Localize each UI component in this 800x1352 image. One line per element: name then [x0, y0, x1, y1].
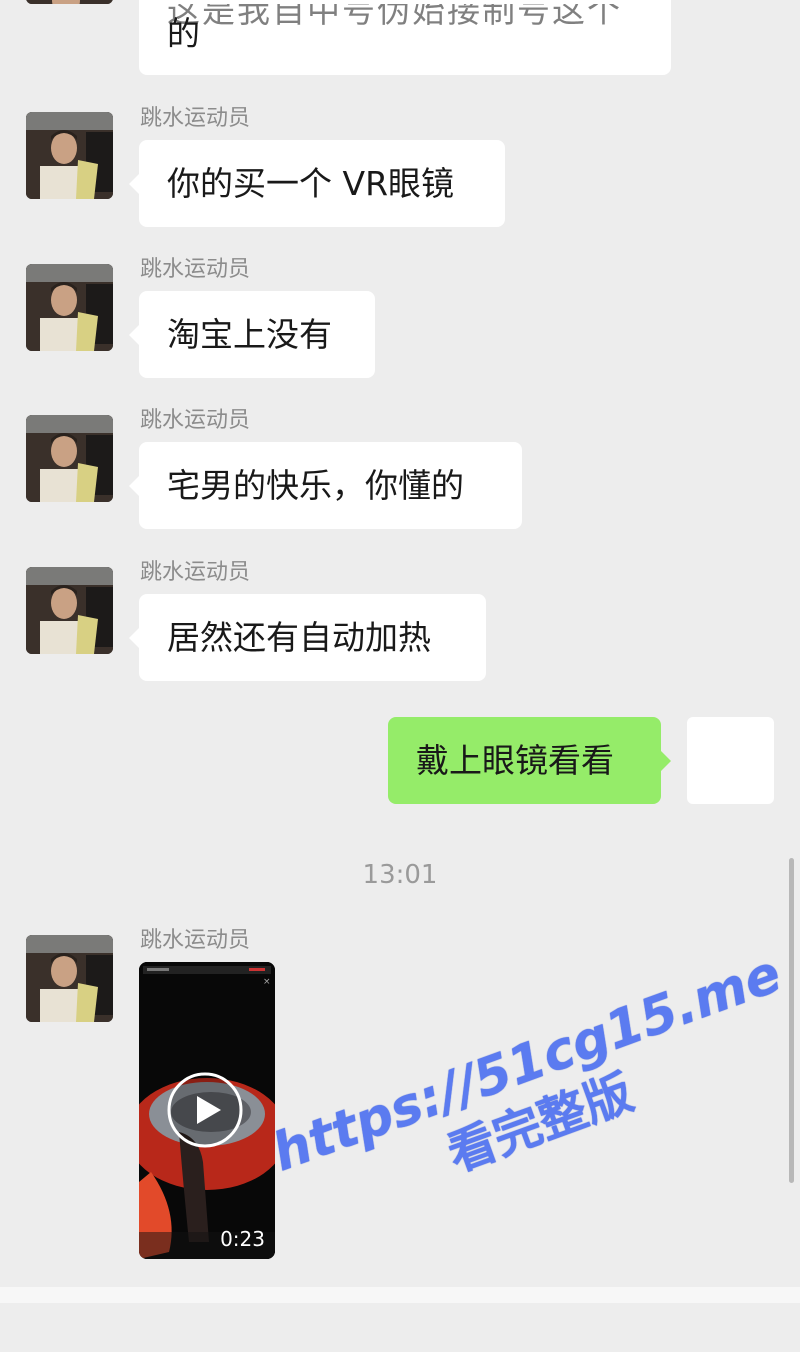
sender-name: 跳水运动员 [140, 408, 251, 433]
message-text: 居然还有自动加热 [167, 618, 431, 657]
video-duration: 0:23 [220, 1227, 265, 1251]
avatar[interactable] [26, 415, 113, 502]
sender-name: 跳水运动员 [140, 928, 251, 953]
message-text: 宅男的快乐，你懂的 [167, 466, 464, 505]
avatar[interactable] [26, 264, 113, 351]
play-icon[interactable] [165, 1070, 245, 1150]
avatar[interactable] [26, 112, 113, 199]
avatar[interactable] [26, 0, 113, 4]
sender-name: 跳水运动员 [140, 257, 251, 282]
avatar-photo-icon [26, 0, 113, 4]
watermark-url: https://51cg15.me [264, 943, 789, 1184]
sender-name: 跳水运动员 [140, 560, 251, 585]
scrollbar[interactable] [789, 858, 794, 1183]
message-bubble[interactable]: 宅男的快乐，你懂的 [129, 442, 522, 529]
message-text: 你的买一个 VR眼镜 [167, 164, 454, 203]
message-bubble[interactable]: 淘宝上没有 [129, 291, 375, 378]
avatar-photo-icon [26, 112, 113, 199]
message-text-partial-line2: 的 [167, 14, 200, 53]
message-bubble[interactable]: 你的买一个 VR眼镜 [129, 140, 505, 227]
message-text: 戴上眼镜看看 [416, 741, 614, 780]
avatar-photo-icon [26, 935, 113, 1022]
avatar-photo-icon [26, 264, 113, 351]
avatar-photo-icon [26, 567, 113, 654]
watermark-text: 看完整版 [440, 1064, 641, 1183]
chat-window: 这是我自中号伪始接制号这个 的 跳水运动员 你的买一个 VR眼镜 跳水运动员 淘… [0, 0, 800, 1303]
avatar-photo-icon [26, 415, 113, 502]
svg-text:×: × [263, 977, 271, 987]
sender-name: 跳水运动员 [140, 106, 251, 131]
my-avatar[interactable] [687, 717, 774, 804]
message-bubble[interactable]: 居然还有自动加热 [129, 594, 486, 681]
avatar[interactable] [26, 935, 113, 1022]
video-message[interactable]: × 0:23 [139, 962, 275, 1259]
avatar[interactable] [26, 567, 113, 654]
outgoing-message-bubble[interactable]: 戴上眼镜看看 [388, 717, 671, 804]
bottom-bar [0, 1287, 800, 1303]
timestamp: 13:01 [362, 860, 438, 890]
message-text: 淘宝上没有 [167, 315, 332, 354]
message-bubble-partial[interactable]: 这是我自中号伪始接制号这个 的 [139, 0, 671, 75]
message-text-partial-line1: 这是我自中号伪始接制号这个 [167, 0, 622, 30]
